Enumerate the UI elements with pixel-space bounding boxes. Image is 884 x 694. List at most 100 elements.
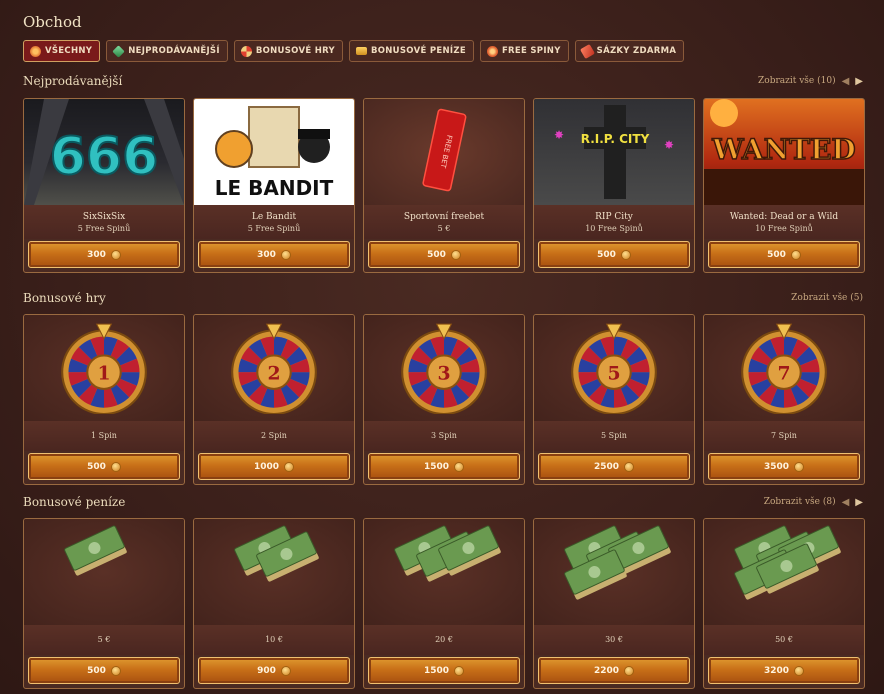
buy-button[interactable]: 500	[28, 657, 180, 684]
wheel-number: 3	[437, 363, 450, 385]
filter-all[interactable]: VŠECHNY	[23, 40, 101, 62]
filter-label: FREE SPINY	[501, 46, 561, 56]
product-card[interactable]: 3 3 Spin 1500	[363, 314, 525, 485]
product-card[interactable]: 666 SixSixSix 5 Free Spinů 300	[23, 98, 185, 273]
buy-button[interactable]: 300	[198, 241, 350, 268]
product-card[interactable]: WANTED Wanted: Dead or a Wild 10 Free Sp…	[703, 98, 865, 273]
item-sub: 5 €	[437, 224, 451, 233]
filter-label: NEJPRODÁVANĚJŠÍ	[128, 46, 220, 56]
price: 3200	[763, 665, 790, 676]
filter-label: SÁZKY ZDARMA	[596, 46, 677, 56]
section-header-bonus-money: Bonusové peníze Zobrazit vše (8) ◀ ▶	[23, 493, 863, 511]
svg-text:✸: ✸	[664, 138, 674, 152]
item-name: 2 Spin	[261, 431, 287, 440]
buy-button[interactable]: 500	[538, 241, 690, 268]
coin-icon	[110, 665, 121, 676]
coin-icon	[284, 461, 295, 472]
buy-button[interactable]: 1500	[368, 453, 520, 480]
bonus-money-row: 5 € 500 10 € 900 20 € 1500 30 € 2200 50 …	[23, 518, 865, 689]
product-card[interactable]: 50 € 3200	[703, 518, 865, 689]
price: 2200	[593, 665, 620, 676]
buy-button[interactable]: 500	[368, 241, 520, 268]
price: 1000	[253, 461, 280, 472]
item-name: 1 Spin	[91, 431, 117, 440]
arrow-right-icon[interactable]: ▶	[855, 76, 863, 87]
filter-bonus-games[interactable]: BONUSOVÉ HRY	[233, 40, 343, 62]
wheel-icon	[240, 45, 252, 57]
item-name: 5 Spin	[601, 431, 627, 440]
wheel-number: 7	[777, 363, 790, 385]
wheel-number: 1	[97, 363, 110, 385]
rip-city-art: R.I.P. CITY ✸ ✸	[534, 99, 694, 205]
coin-icon	[110, 461, 121, 472]
coin-icon	[624, 665, 635, 676]
coin-icon	[620, 249, 631, 260]
buy-button[interactable]: 500	[708, 241, 860, 268]
section-header-bestsellers: Nejprodávanější Zobrazit vše (10) ◀ ▶	[23, 72, 863, 90]
product-card[interactable]: 30 € 2200	[533, 518, 695, 689]
prize-wheel-art: 3	[364, 315, 524, 421]
coin-icon	[450, 249, 461, 260]
view-all-link[interactable]: Zobrazit vše (8)	[764, 497, 836, 507]
item-name: Le Bandit	[251, 212, 297, 222]
buy-button[interactable]: 1500	[368, 657, 520, 684]
price: 500	[767, 249, 786, 260]
page-title: Obchod	[23, 13, 82, 31]
buy-button[interactable]: 1000	[198, 453, 350, 480]
item-sub: 10 Free Spinů	[585, 224, 643, 233]
prize-wheel-art: 5	[534, 315, 694, 421]
filter-bonus-money[interactable]: BONUSOVÉ PENÍZE	[348, 40, 474, 62]
price: 900	[257, 665, 276, 676]
bonus-games-row: 1 1 Spin 500 2 2 Spin 1000 3 3 Spin 1500…	[23, 314, 865, 485]
item-name: 30 €	[605, 635, 623, 644]
product-card[interactable]: 2 2 Spin 1000	[193, 314, 355, 485]
product-card[interactable]: 5 5 Spin 2500	[533, 314, 695, 485]
buy-button[interactable]: 900	[198, 657, 350, 684]
buy-button[interactable]: 3500	[708, 453, 860, 480]
arrow-left-icon[interactable]: ◀	[842, 76, 850, 87]
cash-icon	[355, 47, 367, 55]
coin-icon	[110, 249, 121, 260]
wheel-icon	[30, 45, 41, 57]
buy-button[interactable]: 500	[28, 453, 180, 480]
filter-free-spins[interactable]: FREE SPINY	[479, 40, 569, 62]
buy-button[interactable]: 300	[28, 241, 180, 268]
product-card[interactable]: LE BANDIT Le Bandit 5 Free Spinů 300	[193, 98, 355, 273]
item-name: SixSixSix	[82, 212, 126, 222]
buy-button[interactable]: 2500	[538, 453, 690, 480]
item-name: 20 €	[435, 635, 453, 644]
filter-bestsellers[interactable]: NEJPRODÁVANĚJŠÍ	[106, 40, 228, 62]
wheel-number: 2	[267, 363, 280, 385]
product-card[interactable]: FREE BET Sportovní freebet 5 € 500	[363, 98, 525, 273]
arrow-left-icon[interactable]: ◀	[842, 497, 850, 508]
coin-icon	[794, 665, 805, 676]
product-card[interactable]: R.I.P. CITY ✸ ✸ RIP City 10 Free Spinů 5…	[533, 98, 695, 273]
price: 500	[87, 665, 106, 676]
buy-button[interactable]: 3200	[708, 657, 860, 684]
le-bandit-art: LE BANDIT	[194, 99, 354, 205]
svg-text:✸: ✸	[554, 128, 564, 142]
cash-stack-art	[194, 519, 354, 625]
spin-icon	[486, 45, 498, 57]
filter-free-bets[interactable]: SÁZKY ZDARMA	[574, 40, 685, 62]
coin-icon	[794, 461, 805, 472]
view-all-link[interactable]: Zobrazit vše (5)	[791, 293, 863, 303]
cash-stack-art	[534, 519, 694, 625]
section-title: Bonusové peníze	[23, 495, 126, 509]
sixsixsix-art: 666	[24, 99, 184, 205]
product-card[interactable]: 5 € 500	[23, 518, 185, 689]
product-card[interactable]: 10 € 900	[193, 518, 355, 689]
filter-label: BONUSOVÉ PENÍZE	[370, 46, 466, 56]
item-name: 5 €	[97, 635, 111, 644]
view-all-link[interactable]: Zobrazit vše (10)	[758, 76, 836, 86]
arrow-right-icon[interactable]: ▶	[855, 497, 863, 508]
buy-button[interactable]: 2200	[538, 657, 690, 684]
coin-icon	[454, 461, 465, 472]
section-header-bonus-games: Bonusové hry Zobrazit vše (5)	[23, 289, 863, 307]
product-card[interactable]: 7 7 Spin 3500	[703, 314, 865, 485]
product-card[interactable]: 20 € 1500	[363, 518, 525, 689]
product-card[interactable]: 1 1 Spin 500	[23, 314, 185, 485]
filter-bar: VŠECHNY NEJPRODÁVANĚJŠÍ BONUSOVÉ HRY BON…	[23, 40, 685, 62]
freebet-ticket-art: FREE BET	[364, 99, 524, 205]
item-name: 7 Spin	[771, 431, 797, 440]
